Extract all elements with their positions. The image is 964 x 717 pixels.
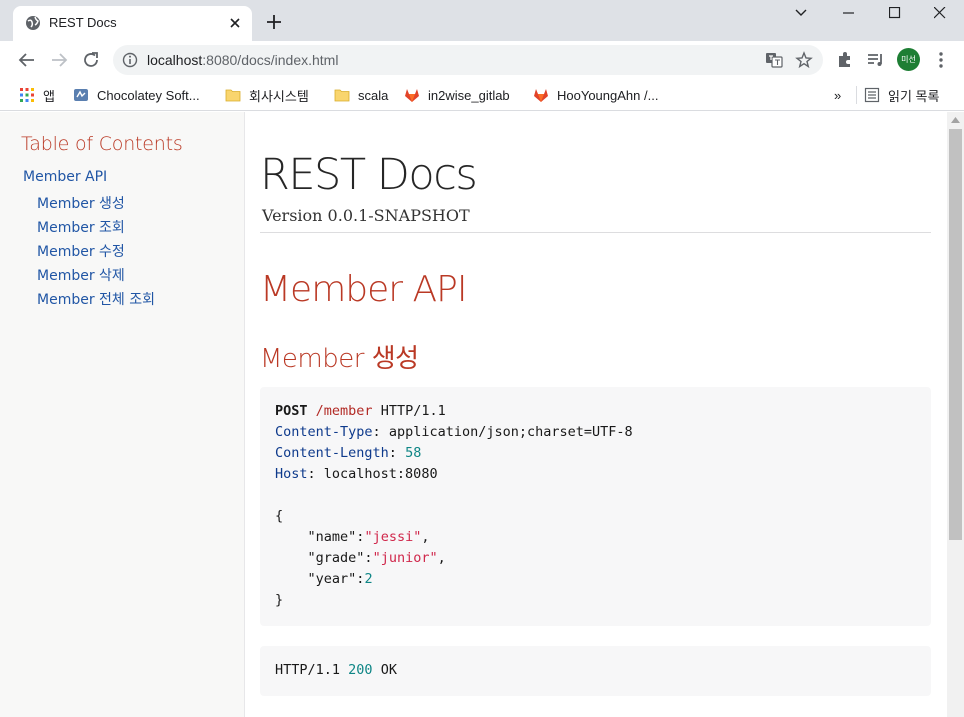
translate-icon[interactable] [765,51,783,69]
json-key: "grade" [307,550,365,566]
bookmark-label: 회사시스템 [249,88,309,104]
media-playlist-icon[interactable] [866,50,886,70]
back-arrow-icon[interactable] [16,49,38,71]
bookmark-folder-company[interactable]: 회사시스템 [225,85,309,105]
toc-item-member-delete[interactable]: Member 삭제 [37,265,125,285]
scroll-up-arrow-icon[interactable] [951,117,960,123]
toc-title: Table of Contents [21,133,183,155]
header-value: localhost:8080 [323,466,438,482]
status-code: 200 [348,662,373,678]
chevron-double-right-icon: » [834,87,842,103]
apps-grid-icon [20,88,34,102]
bookmarks-divider [856,86,857,104]
json-key: "year" [307,571,357,587]
bookmark-chocolatey[interactable]: Chocolatey Soft... [73,85,200,105]
folder-icon [334,89,350,102]
vertical-scrollbar[interactable] [947,112,964,717]
chevron-down-icon [795,9,807,16]
chocolatey-icon [74,89,88,101]
tab-title: REST Docs [49,15,117,30]
http-method: POST [275,403,308,419]
bookmark-star-icon[interactable] [795,51,813,69]
toc-item-member-update[interactable]: Member 수정 [37,241,125,261]
tab-search-button[interactable] [778,2,824,24]
bookmark-folder-scala[interactable]: scala [334,85,388,105]
forward-arrow-icon[interactable] [48,49,70,71]
close-icon [934,7,946,19]
subsection-title: Member 생성 [260,344,419,374]
reading-list-button[interactable]: 읽기 목록 [864,85,939,105]
table-of-contents: Table of Contents Member API Member 생성 M… [0,112,245,717]
minimize-icon [843,12,854,14]
reload-icon[interactable] [80,49,102,71]
maximize-button[interactable] [872,2,918,24]
more-menu-icon[interactable] [931,50,951,70]
toc-item-member-read[interactable]: Member 조회 [37,217,125,237]
page-viewport: Table of Contents Member API Member 생성 M… [0,112,964,717]
globe-icon [26,16,40,30]
page-title: REST Docs [260,150,478,200]
close-tab-icon[interactable] [226,14,244,32]
http-request-listing: POST /member HTTP/1.1 Content-Type: appl… [260,387,931,626]
gitlab-icon [405,89,419,102]
close-window-button[interactable] [917,2,963,24]
toc-item-member-create[interactable]: Member 생성 [37,193,125,213]
bookmark-label: Chocolatey Soft... [97,87,200,103]
address-bar[interactable]: localhost:8080/docs/index.html [113,45,823,75]
header-name: Host [275,466,308,482]
header-name: Content-Type [275,424,373,440]
bookmark-label: 앱 [43,88,55,104]
json-value: 2 [364,571,373,587]
url-text: localhost:8080/docs/index.html [147,52,339,68]
header-name: Content-Length [275,445,389,461]
tab-strip: REST Docs [0,0,964,41]
http-response-listing: HTTP/1.1 200 OK [260,646,931,696]
request-path: /member [315,403,373,419]
toc-item-member-api[interactable]: Member API [23,169,107,185]
response-protocol: HTTP/1.1 [275,662,341,678]
browser-tab[interactable]: REST Docs [13,6,252,41]
folder-icon [225,89,241,102]
more-bookmarks-button[interactable]: » [834,85,841,105]
json-value: "junior" [372,550,438,566]
header-divider [260,232,931,233]
new-tab-icon[interactable] [265,13,283,31]
section-title: Member API [260,269,467,310]
bookmark-gitlab-in2wise[interactable]: in2wise_gitlab [404,85,510,105]
bookmarks-bar: 앱 Chocolatey Soft... 회사시스템 scala in2wise… [0,78,964,111]
browser-toolbar: localhost:8080/docs/index.html 미선 [0,41,964,78]
toc-item-member-list[interactable]: Member 전체 조회 [37,289,155,309]
status-text: OK [380,662,397,678]
header-value: application/json;charset=UTF-8 [388,424,633,440]
info-icon[interactable] [122,52,138,68]
bookmark-gitlab-hooyoungahn[interactable]: HooYoungAhn /... [533,85,658,105]
reading-list-label: 읽기 목록 [888,88,940,104]
header-value: 58 [405,445,422,461]
bookmark-label: HooYoungAhn /... [557,87,659,103]
request-protocol: HTTP/1.1 [380,403,446,419]
reading-list-icon [864,87,880,103]
profile-avatar[interactable]: 미선 [897,48,920,71]
json-key: "name" [307,529,357,545]
request-code: POST /member HTTP/1.1 Content-Type: appl… [275,403,633,608]
bookmark-label: in2wise_gitlab [428,87,510,103]
gitlab-icon [534,89,548,102]
bookmark-label: scala [358,87,389,103]
json-value: "jessi" [364,529,422,545]
scrollbar-thumb[interactable] [949,129,962,540]
response-code: HTTP/1.1 200 OK [275,660,397,681]
bookmark-apps[interactable]: 앱 [19,85,55,105]
extensions-puzzle-icon[interactable] [835,50,855,70]
version-label: Version 0.0.1-SNAPSHOT [262,206,470,225]
maximize-icon [889,7,901,19]
minimize-button[interactable] [826,2,872,24]
